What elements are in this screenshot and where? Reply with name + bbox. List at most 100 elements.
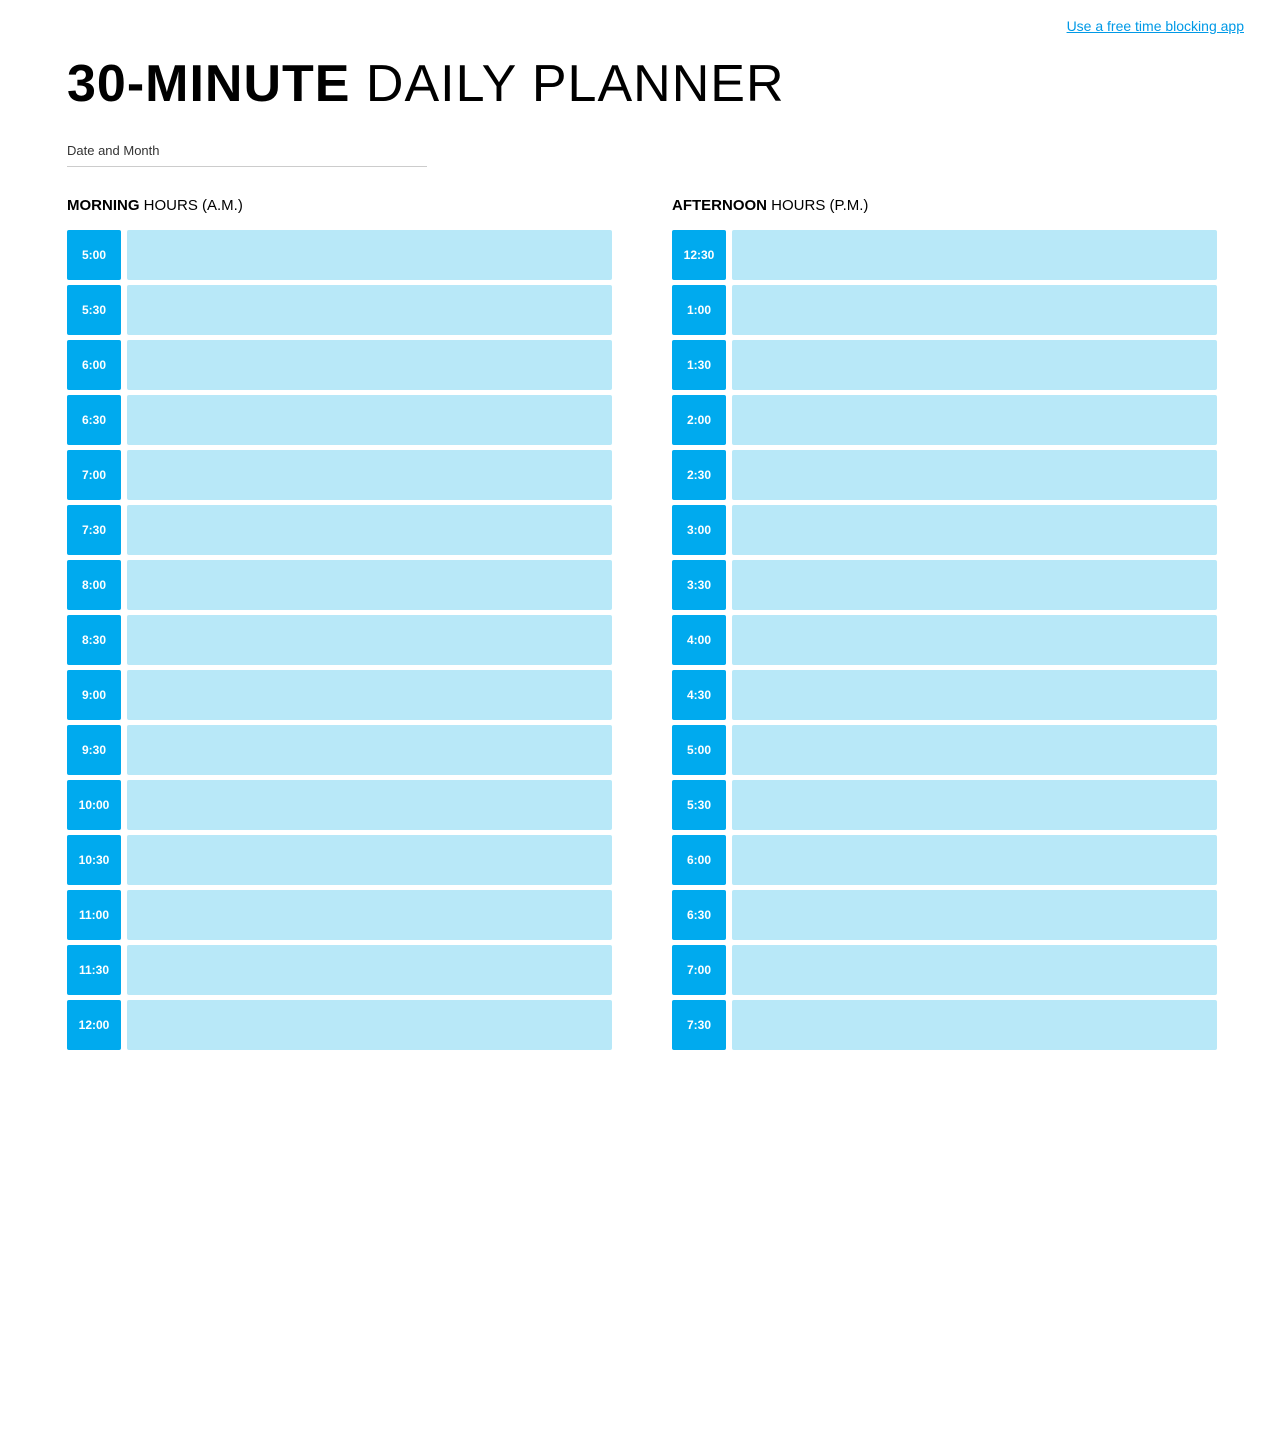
time-block[interactable] bbox=[732, 285, 1217, 335]
time-block[interactable] bbox=[127, 285, 612, 335]
time-badge: 8:30 bbox=[67, 615, 121, 665]
time-badge: 3:00 bbox=[672, 505, 726, 555]
time-badge: 9:00 bbox=[67, 670, 121, 720]
time-block[interactable] bbox=[732, 340, 1217, 390]
time-block[interactable] bbox=[732, 670, 1217, 720]
time-row: 1:30 bbox=[672, 340, 1217, 390]
time-block[interactable] bbox=[732, 450, 1217, 500]
time-badge: 1:00 bbox=[672, 285, 726, 335]
time-block[interactable] bbox=[127, 505, 612, 555]
time-badge: 11:00 bbox=[67, 890, 121, 940]
time-badge: 7:30 bbox=[67, 505, 121, 555]
time-block[interactable] bbox=[127, 835, 612, 885]
time-block[interactable] bbox=[127, 945, 612, 995]
time-block[interactable] bbox=[127, 395, 612, 445]
top-link[interactable]: Use a free time blocking app bbox=[1067, 18, 1244, 34]
time-badge: 4:00 bbox=[672, 615, 726, 665]
time-block[interactable] bbox=[127, 615, 612, 665]
time-badge: 10:30 bbox=[67, 835, 121, 885]
page-title: 30-MINUTE DAILY PLANNER bbox=[67, 56, 1217, 113]
time-row: 7:00 bbox=[67, 450, 612, 500]
time-badge: 8:00 bbox=[67, 560, 121, 610]
morning-header: MORNING HOURS (A.M.) bbox=[67, 197, 612, 214]
time-row: 6:00 bbox=[672, 835, 1217, 885]
time-row: 5:00 bbox=[672, 725, 1217, 775]
time-badge: 12:00 bbox=[67, 1000, 121, 1050]
time-block[interactable] bbox=[732, 505, 1217, 555]
time-block[interactable] bbox=[127, 780, 612, 830]
time-block[interactable] bbox=[127, 450, 612, 500]
time-row: 7:00 bbox=[672, 945, 1217, 995]
time-block[interactable] bbox=[127, 890, 612, 940]
time-block[interactable] bbox=[127, 670, 612, 720]
time-row: 6:00 bbox=[67, 340, 612, 390]
time-block[interactable] bbox=[732, 1000, 1217, 1050]
afternoon-header: AFTERNOON HOURS (P.M.) bbox=[672, 197, 1217, 214]
time-badge: 10:00 bbox=[67, 780, 121, 830]
time-row: 9:00 bbox=[67, 670, 612, 720]
time-row: 12:00 bbox=[67, 1000, 612, 1050]
time-badge: 7:00 bbox=[67, 450, 121, 500]
time-row: 3:00 bbox=[672, 505, 1217, 555]
time-badge: 9:30 bbox=[67, 725, 121, 775]
time-badge: 5:00 bbox=[67, 230, 121, 280]
planner-grid: MORNING HOURS (A.M.) 5:005:306:006:307:0… bbox=[0, 167, 1284, 1085]
afternoon-rows: 12:301:001:302:002:303:003:304:004:305:0… bbox=[672, 230, 1217, 1050]
time-row: 10:30 bbox=[67, 835, 612, 885]
time-block[interactable] bbox=[732, 725, 1217, 775]
time-badge: 4:30 bbox=[672, 670, 726, 720]
time-badge: 5:30 bbox=[67, 285, 121, 335]
time-row: 8:00 bbox=[67, 560, 612, 610]
time-row: 2:30 bbox=[672, 450, 1217, 500]
time-block[interactable] bbox=[127, 230, 612, 280]
time-block[interactable] bbox=[127, 340, 612, 390]
time-row: 5:30 bbox=[672, 780, 1217, 830]
time-badge: 6:00 bbox=[67, 340, 121, 390]
morning-rows: 5:005:306:006:307:007:308:008:309:009:30… bbox=[67, 230, 612, 1050]
time-row: 1:00 bbox=[672, 285, 1217, 335]
time-row: 10:00 bbox=[67, 780, 612, 830]
time-badge: 11:30 bbox=[67, 945, 121, 995]
afternoon-column: AFTERNOON HOURS (P.M.) 12:301:001:302:00… bbox=[672, 197, 1217, 1055]
time-block[interactable] bbox=[127, 725, 612, 775]
time-row: 11:00 bbox=[67, 890, 612, 940]
time-row: 5:00 bbox=[67, 230, 612, 280]
date-label: Date and Month bbox=[67, 143, 1217, 158]
time-row: 11:30 bbox=[67, 945, 612, 995]
time-badge: 1:30 bbox=[672, 340, 726, 390]
time-badge: 6:30 bbox=[67, 395, 121, 445]
title-rest: DAILY PLANNER bbox=[350, 55, 784, 113]
time-block[interactable] bbox=[127, 560, 612, 610]
time-block[interactable] bbox=[732, 780, 1217, 830]
time-badge: 5:30 bbox=[672, 780, 726, 830]
time-row: 8:30 bbox=[67, 615, 612, 665]
time-badge: 2:00 bbox=[672, 395, 726, 445]
time-badge: 2:30 bbox=[672, 450, 726, 500]
time-block[interactable] bbox=[732, 835, 1217, 885]
time-badge: 3:30 bbox=[672, 560, 726, 610]
time-block[interactable] bbox=[732, 945, 1217, 995]
time-badge: 6:30 bbox=[672, 890, 726, 940]
time-row: 12:30 bbox=[672, 230, 1217, 280]
morning-column: MORNING HOURS (A.M.) 5:005:306:006:307:0… bbox=[67, 197, 612, 1055]
time-block[interactable] bbox=[732, 560, 1217, 610]
time-block[interactable] bbox=[732, 615, 1217, 665]
time-badge: 7:00 bbox=[672, 945, 726, 995]
time-block[interactable] bbox=[732, 395, 1217, 445]
time-row: 2:00 bbox=[672, 395, 1217, 445]
time-row: 6:30 bbox=[672, 890, 1217, 940]
time-row: 7:30 bbox=[67, 505, 612, 555]
time-badge: 5:00 bbox=[672, 725, 726, 775]
time-row: 4:30 bbox=[672, 670, 1217, 720]
time-badge: 6:00 bbox=[672, 835, 726, 885]
time-row: 5:30 bbox=[67, 285, 612, 335]
time-row: 3:30 bbox=[672, 560, 1217, 610]
time-row: 4:00 bbox=[672, 615, 1217, 665]
time-badge: 7:30 bbox=[672, 1000, 726, 1050]
time-block[interactable] bbox=[127, 1000, 612, 1050]
time-row: 6:30 bbox=[67, 395, 612, 445]
time-row: 7:30 bbox=[672, 1000, 1217, 1050]
time-row: 9:30 bbox=[67, 725, 612, 775]
time-block[interactable] bbox=[732, 230, 1217, 280]
time-block[interactable] bbox=[732, 890, 1217, 940]
